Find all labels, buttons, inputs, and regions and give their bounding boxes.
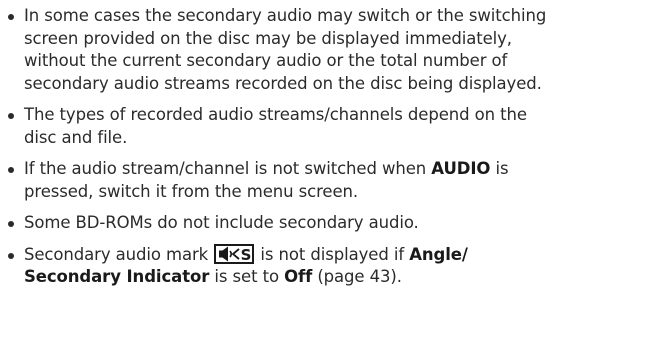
note-bd-roms: Some BD-ROMs do not include secondary au… [0, 212, 651, 235]
note-line: secondary audio streams recorded on the … [24, 73, 542, 93]
note-stream-types: The types of recorded audio streams/chan… [0, 104, 651, 149]
note-line: without the current secondary audio or t… [24, 51, 508, 70]
bullet-icon [8, 221, 14, 227]
audio-button-name: AUDIO [431, 159, 491, 178]
note-line: Secondary Indicator is set to Off (page … [24, 267, 402, 286]
note-line: Some BD-ROMs do not include secondary au… [24, 213, 419, 232]
bullet-icon [8, 14, 14, 20]
note-secondary-mark: Secondary audio mark S is not displayed … [0, 243, 651, 289]
bullet-icon [8, 167, 14, 173]
note-line: Secondary audio mark S is not displayed … [24, 243, 468, 264]
note-line: pressed, switch it from the menu screen. [24, 181, 359, 201]
bullet-icon [8, 252, 14, 259]
note-line: In some cases the secondary audio may sw… [24, 6, 547, 25]
note-line: If the audio stream/channel is not switc… [24, 159, 509, 178]
svg-text:S: S [241, 246, 252, 264]
note-line: disc and file. [24, 127, 128, 147]
angle-indicator-setting: Secondary Indicator [24, 267, 210, 286]
bullet-icon [8, 113, 14, 119]
notes-list: In some cases the secondary audio may sw… [0, 5, 651, 289]
secondary-audio-mark-icon: S [214, 243, 255, 264]
note-audio-button: If the audio stream/channel is not switc… [0, 158, 651, 203]
note-secondary-audio-switch: In some cases the secondary audio may sw… [0, 5, 651, 95]
note-line: The types of recorded audio streams/chan… [24, 105, 527, 124]
note-line: screen provided on the disc may be displ… [24, 28, 512, 48]
angle-indicator-setting: Angle/ [409, 244, 468, 264]
off-value: Off [284, 267, 313, 286]
